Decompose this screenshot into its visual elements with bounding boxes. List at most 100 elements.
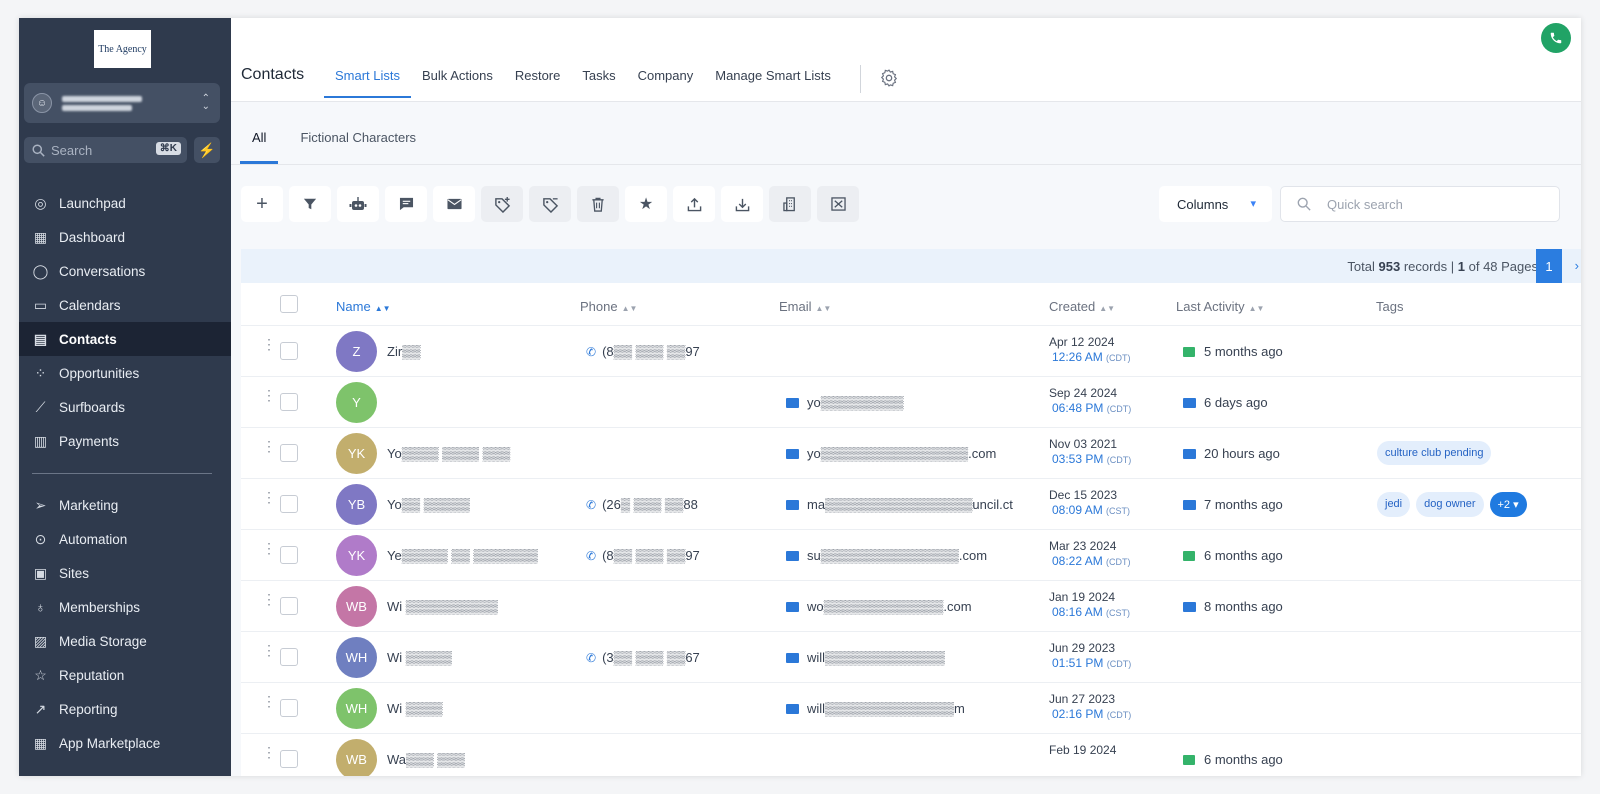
contact-name[interactable]: Wi ▒▒▒▒▒▒▒▒▒▒ xyxy=(387,599,498,614)
row-menu-icon[interactable]: ⋮ xyxy=(262,444,276,449)
row-menu-icon[interactable]: ⋮ xyxy=(262,546,276,551)
row-checkbox[interactable] xyxy=(280,648,298,666)
sidebar-item-media-storage[interactable]: ▨Media Storage xyxy=(19,624,231,658)
sidebar-item-launchpad[interactable]: ◎Launchpad xyxy=(19,186,231,220)
table-row[interactable]: ⋮WHWi ▒▒▒▒will▒▒▒▒▒▒▒▒▒▒▒▒▒▒mJun 27 2023… xyxy=(241,683,1581,734)
columns-dropdown[interactable]: Columns ▾ xyxy=(1159,186,1272,222)
contact-phone[interactable]: ✆(3▒▒ ▒▒▒ ▒▒67 xyxy=(586,650,700,665)
tag-chip[interactable]: culture club pending xyxy=(1377,441,1491,465)
tab-restore[interactable]: Restore xyxy=(504,62,572,98)
sidebar-item-reputation[interactable]: ☆Reputation xyxy=(19,658,231,692)
row-menu-icon[interactable]: ⋮ xyxy=(262,393,276,398)
column-header-phone[interactable]: Phone▲▼ xyxy=(580,299,637,314)
send-email-button[interactable] xyxy=(433,186,475,222)
tab-company[interactable]: Company xyxy=(627,62,705,98)
row-menu-icon[interactable]: ⋮ xyxy=(262,597,276,602)
send-sms-button[interactable] xyxy=(385,186,427,222)
row-checkbox[interactable] xyxy=(280,699,298,717)
contact-name[interactable]: Wi ▒▒▒▒▒ xyxy=(387,650,452,665)
agency-logo[interactable]: The Agency xyxy=(94,30,151,68)
more-tags-button[interactable]: +2 ▾ xyxy=(1490,492,1527,517)
contact-email[interactable]: will▒▒▒▒▒▒▒▒▒▒▒▒▒▒m xyxy=(786,701,965,716)
contact-email[interactable]: will▒▒▒▒▒▒▒▒▒▒▒▒▒ xyxy=(786,650,945,665)
sidebar-item-conversations[interactable]: ◯Conversations xyxy=(19,254,231,288)
contact-name[interactable]: Wa▒▒▒ ▒▒▒ xyxy=(387,752,465,767)
row-checkbox[interactable] xyxy=(280,546,298,564)
tab-bulk-actions[interactable]: Bulk Actions xyxy=(411,62,504,98)
column-header-last-activity[interactable]: Last Activity▲▼ xyxy=(1176,299,1264,314)
contact-phone[interactable]: ✆(26▒ ▒▒▒ ▒▒88 xyxy=(586,497,698,512)
merge-button[interactable] xyxy=(817,186,859,222)
row-checkbox[interactable] xyxy=(280,597,298,615)
sidebar-item-contacts[interactable]: ▤Contacts xyxy=(19,322,231,356)
row-checkbox[interactable] xyxy=(280,393,298,411)
export-button[interactable] xyxy=(673,186,715,222)
filter-button[interactable] xyxy=(289,186,331,222)
table-row[interactable]: ⋮WBWi ▒▒▒▒▒▒▒▒▒▒wo▒▒▒▒▒▒▒▒▒▒▒▒▒.comJan 1… xyxy=(241,581,1581,632)
lightning-icon[interactable]: ⚡ xyxy=(194,137,220,163)
add-to-company-button[interactable] xyxy=(769,186,811,222)
tab-tasks[interactable]: Tasks xyxy=(571,62,626,98)
contact-email[interactable]: yo▒▒▒▒▒▒▒▒▒ xyxy=(786,395,904,410)
row-menu-icon[interactable]: ⋮ xyxy=(262,342,276,347)
contact-name[interactable]: Ye▒▒▒▒▒ ▒▒ ▒▒▒▒▒▒▒ xyxy=(387,548,538,563)
sidebar-item-payments[interactable]: ▥Payments xyxy=(19,424,231,458)
table-row[interactable]: ⋮YKYe▒▒▒▒▒ ▒▒ ▒▒▒▒▒▒▒✆(8▒▒ ▒▒▒ ▒▒97su▒▒▒… xyxy=(241,530,1581,581)
sidebar-item-reporting[interactable]: ↗Reporting xyxy=(19,692,231,726)
review-request-button[interactable]: ★ xyxy=(625,186,667,222)
add-contact-button[interactable]: + xyxy=(241,186,283,222)
table-row[interactable]: ⋮YKYo▒▒▒▒ ▒▒▒▒ ▒▒▒yo▒▒▒▒▒▒▒▒▒▒▒▒▒▒▒▒.com… xyxy=(241,428,1581,479)
sidebar-item-dashboard[interactable]: ▦Dashboard xyxy=(19,220,231,254)
sidebar-item-calendars[interactable]: ▭Calendars xyxy=(19,288,231,322)
add-tag-button[interactable] xyxy=(481,186,523,222)
contact-email[interactable]: ma▒▒▒▒▒▒▒▒▒▒▒▒▒▒▒▒uncil.ct xyxy=(786,497,1013,512)
sidebar-item-sites[interactable]: ▣Sites xyxy=(19,556,231,590)
table-row[interactable]: ⋮ZZir▒▒✆(8▒▒ ▒▒▒ ▒▒97Apr 12 202412:26 AM… xyxy=(241,326,1581,377)
sidebar-item-surfboards[interactable]: ⟋Surfboards xyxy=(19,390,231,424)
table-row[interactable]: ⋮WHWi ▒▒▒▒▒✆(3▒▒ ▒▒▒ ▒▒67will▒▒▒▒▒▒▒▒▒▒▒… xyxy=(241,632,1581,683)
select-all-checkbox[interactable] xyxy=(280,295,298,313)
page-button-current[interactable]: 1 xyxy=(1536,249,1562,283)
column-header-name[interactable]: Name▲▼ xyxy=(336,299,391,314)
row-menu-icon[interactable]: ⋮ xyxy=(262,699,276,704)
delete-button[interactable] xyxy=(577,186,619,222)
sidebar-search[interactable]: Search ⌘K xyxy=(24,137,187,163)
table-row[interactable]: ⋮YBYo▒▒ ▒▒▒▒▒✆(26▒ ▒▒▒ ▒▒88ma▒▒▒▒▒▒▒▒▒▒▒… xyxy=(241,479,1581,530)
contact-phone[interactable]: ✆(8▒▒ ▒▒▒ ▒▒97 xyxy=(586,548,700,563)
gear-icon[interactable] xyxy=(879,68,899,88)
contact-name[interactable]: Yo▒▒ ▒▒▒▒▒ xyxy=(387,497,470,512)
sidebar-item-opportunities[interactable]: ⁘Opportunities xyxy=(19,356,231,390)
automation-button[interactable] xyxy=(337,186,379,222)
table-row[interactable]: ⋮Yyo▒▒▒▒▒▒▒▒▒Sep 24 202406:48 PM (CDT)6 … xyxy=(241,377,1581,428)
row-checkbox[interactable] xyxy=(280,342,298,360)
quick-search-input[interactable]: Quick search xyxy=(1280,186,1560,222)
sidebar-item-app-marketplace[interactable]: ▦App Marketplace xyxy=(19,726,231,760)
row-menu-icon[interactable]: ⋮ xyxy=(262,495,276,500)
table-row[interactable]: ⋮WBWa▒▒▒ ▒▒▒Feb 19 2024 6 months ago xyxy=(241,734,1581,776)
tag-chip[interactable]: jedi xyxy=(1377,492,1410,517)
contact-email[interactable]: wo▒▒▒▒▒▒▒▒▒▒▒▒▒.com xyxy=(786,599,972,614)
contact-phone[interactable]: ✆(8▒▒ ▒▒▒ ▒▒97 xyxy=(586,344,700,359)
row-menu-icon[interactable]: ⋮ xyxy=(262,750,276,755)
tag-chip[interactable]: dog owner xyxy=(1416,492,1483,517)
contact-email[interactable]: yo▒▒▒▒▒▒▒▒▒▒▒▒▒▒▒▒.com xyxy=(786,446,996,461)
row-checkbox[interactable] xyxy=(280,495,298,513)
sidebar-item-memberships[interactable]: ♁Memberships xyxy=(19,590,231,624)
contact-name[interactable]: Zir▒▒ xyxy=(387,344,421,359)
tab-smart-lists[interactable]: Smart Lists xyxy=(324,62,411,98)
subtab-fictional-characters[interactable]: Fictional Characters xyxy=(288,102,428,164)
row-menu-icon[interactable]: ⋮ xyxy=(262,648,276,653)
row-checkbox[interactable] xyxy=(280,750,298,768)
subtab-all[interactable]: All xyxy=(240,102,278,164)
next-page-icon[interactable]: › xyxy=(1575,258,1579,273)
remove-tag-button[interactable] xyxy=(529,186,571,222)
sidebar-item-automation[interactable]: ⊙Automation xyxy=(19,522,231,556)
sidebar-item-marketing[interactable]: ➢Marketing xyxy=(19,488,231,522)
account-switcher[interactable]: ☺ ⌃⌄ xyxy=(24,83,220,123)
contact-name[interactable]: Yo▒▒▒▒ ▒▒▒▒ ▒▒▒ xyxy=(387,446,510,461)
contact-email[interactable]: su▒▒▒▒▒▒▒▒▒▒▒▒▒▒▒.com xyxy=(786,548,987,563)
column-header-email[interactable]: Email▲▼ xyxy=(779,299,831,314)
phone-call-button[interactable] xyxy=(1541,23,1571,53)
row-checkbox[interactable] xyxy=(280,444,298,462)
import-button[interactable] xyxy=(721,186,763,222)
